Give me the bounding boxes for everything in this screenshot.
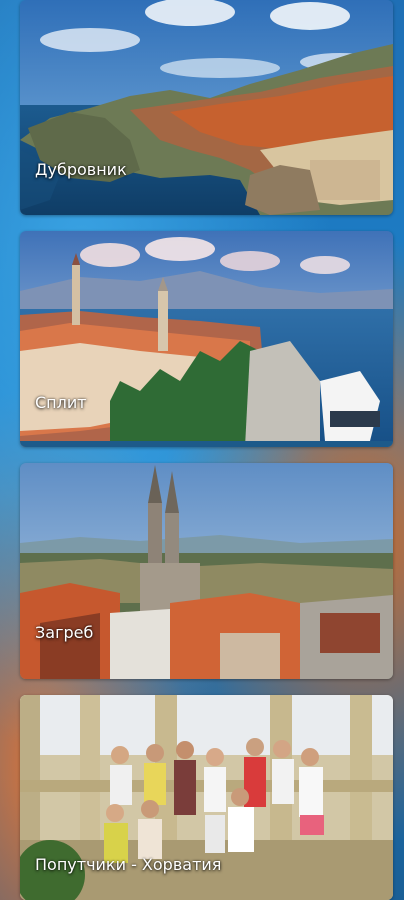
destination-card-zagreb[interactable]: Загреб: [20, 463, 393, 679]
destination-title: Попутчики - Хорватия: [35, 855, 222, 874]
zagreb-photo: [20, 463, 393, 679]
destination-title: Дубровник: [35, 160, 127, 179]
destination-list-screen: Дубровник Сплит Загреб Попутчики - Хорва…: [0, 0, 404, 900]
dubrovnik-photo: [20, 0, 393, 215]
destination-card-split[interactable]: Сплит: [20, 231, 393, 447]
split-photo: [20, 231, 393, 447]
destination-card-travel-companions[interactable]: Попутчики - Хорватия: [20, 695, 393, 900]
destination-title: Загреб: [35, 623, 94, 642]
destination-title: Сплит: [35, 393, 87, 412]
destination-card-dubrovnik[interactable]: Дубровник: [20, 0, 393, 215]
